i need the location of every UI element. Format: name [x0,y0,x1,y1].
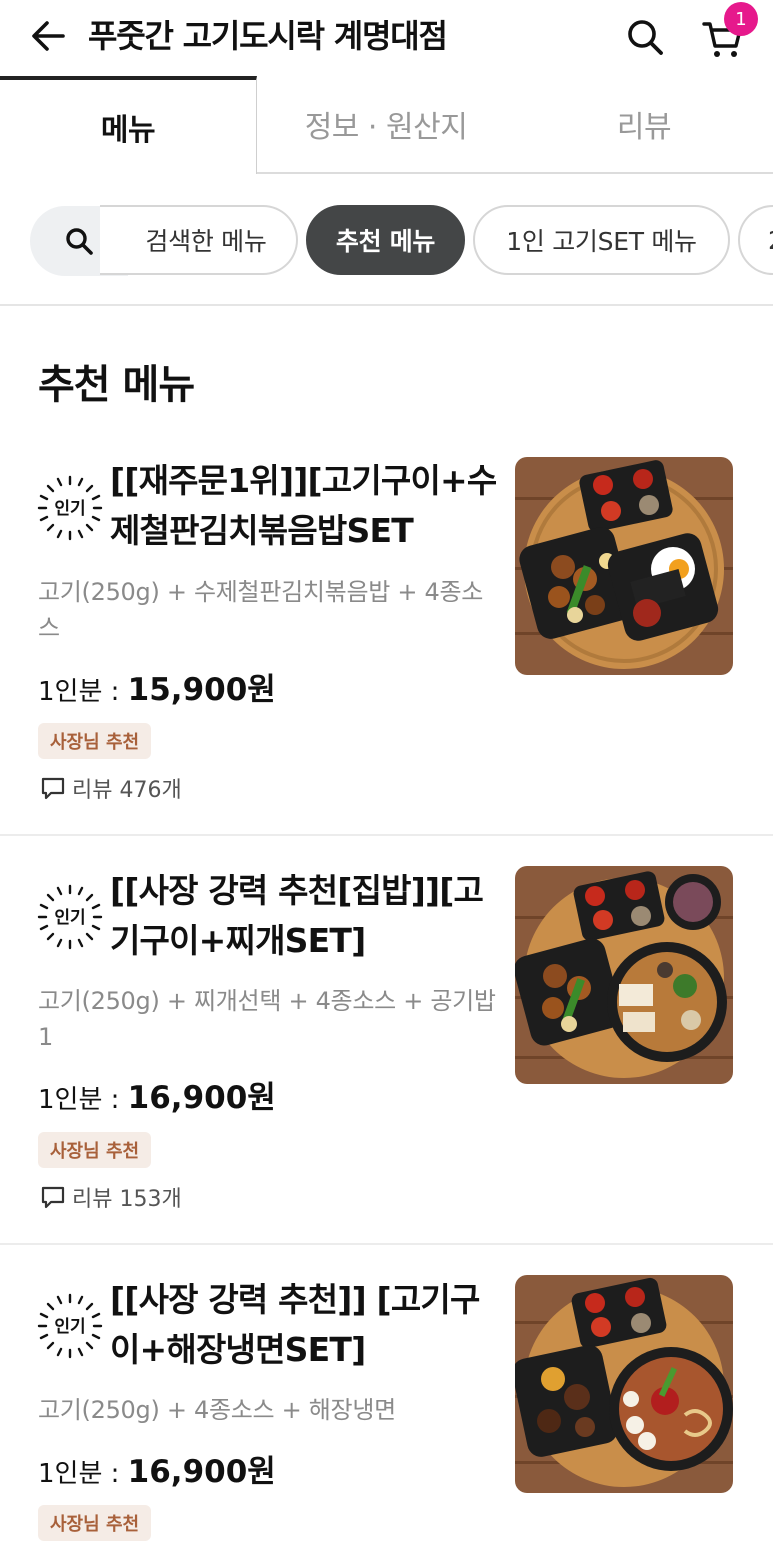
comment-icon [41,1186,65,1209]
item-description: 고기(250g) + 수제철판김치볶음밥 + 4종소스 [38,578,484,642]
price-label: 1인분 : [38,1459,128,1489]
search-icon [628,20,663,55]
item-name: [[재주문1위]][고기구이+수제철판김치볶음밥SET [110,461,497,550]
item-name: [[사장 강력 추천]] [고기구이+해장냉면SET] [110,1280,480,1369]
popular-badge-label: 인기 [54,499,85,519]
item-image[interactable] [515,1275,733,1493]
chip-recommended-menu[interactable]: 추천 메뉴 [306,205,465,275]
search-icon [66,228,93,255]
item-description: 고기(250g) + 찌개선택 + 4종소스 + 공기밥1 [38,987,496,1051]
section-title: 추천 메뉴 [38,362,195,408]
tab-info-origin[interactable]: 정보 · 원산지 [257,76,515,172]
app-header: 푸줏간 고기도시락 계명대점 1 [0,0,773,76]
price-amount: 16,900원 [127,1454,276,1490]
price-amount: 16,900원 [127,1080,276,1116]
meat-stew-set-image [515,866,733,1084]
item-image[interactable] [515,457,733,675]
review-count-text: 리뷰 153개 [72,1187,182,1212]
review-count: 리뷰 476개 [40,772,182,804]
chip-single-meat-set[interactable]: 1인 고기SET 메뉴 [473,205,730,275]
popular-badge-icon: 인기 [37,1293,103,1359]
item-divider [0,834,773,836]
owner-recommend-badge: 사장님 추천 [38,723,152,759]
cart-count-badge: 1 [724,2,758,36]
meat-rice-set-image [515,457,733,675]
tab-reviews[interactable]: 리뷰 [515,76,773,172]
meat-cold-noodle-set-image [515,1275,733,1493]
cart-button[interactable]: 1 [698,2,758,62]
review-count: 리뷰 153개 [40,1181,182,1213]
popular-badge-label: 인기 [54,908,85,928]
page-title: 푸줏간 고기도시락 계명대점 [88,17,448,55]
category-chips: 검색한 메뉴 추천 메뉴 1인 고기SET 메뉴 2 [0,174,773,306]
back-button[interactable] [28,16,68,56]
chip-next-category[interactable]: 2 [738,205,773,275]
arrow-left-icon [32,21,65,51]
tab-bar: 메뉴 정보 · 원산지 리뷰 [0,76,773,174]
search-button[interactable] [622,14,668,60]
popular-badge-icon: 인기 [37,475,103,541]
chip-searched-menu[interactable]: 검색한 메뉴 [100,205,298,275]
comment-icon [41,777,65,800]
item-price: 1인분 : 16,900원 [38,1072,276,1117]
item-description: 고기(250g) + 4종소스 + 해장냉면 [38,1396,396,1424]
item-name: [[사장 강력 추천[집밥]][고기구이+찌개SET] [110,871,484,960]
item-price: 1인분 : 16,900원 [38,1446,276,1491]
price-label: 1인분 : [38,1085,128,1115]
price-label: 1인분 : [38,677,128,707]
popular-badge-label: 인기 [54,1317,85,1337]
item-price: 1인분 : 15,900원 [38,664,276,709]
price-amount: 15,900원 [127,672,276,708]
review-count-text: 리뷰 476개 [72,778,182,803]
popular-badge-icon: 인기 [37,884,103,950]
item-divider [0,1243,773,1245]
item-image[interactable] [515,866,733,1084]
tab-menu[interactable]: 메뉴 [0,76,257,174]
owner-recommend-badge: 사장님 추천 [38,1132,152,1168]
owner-recommend-badge: 사장님 추천 [38,1505,152,1541]
